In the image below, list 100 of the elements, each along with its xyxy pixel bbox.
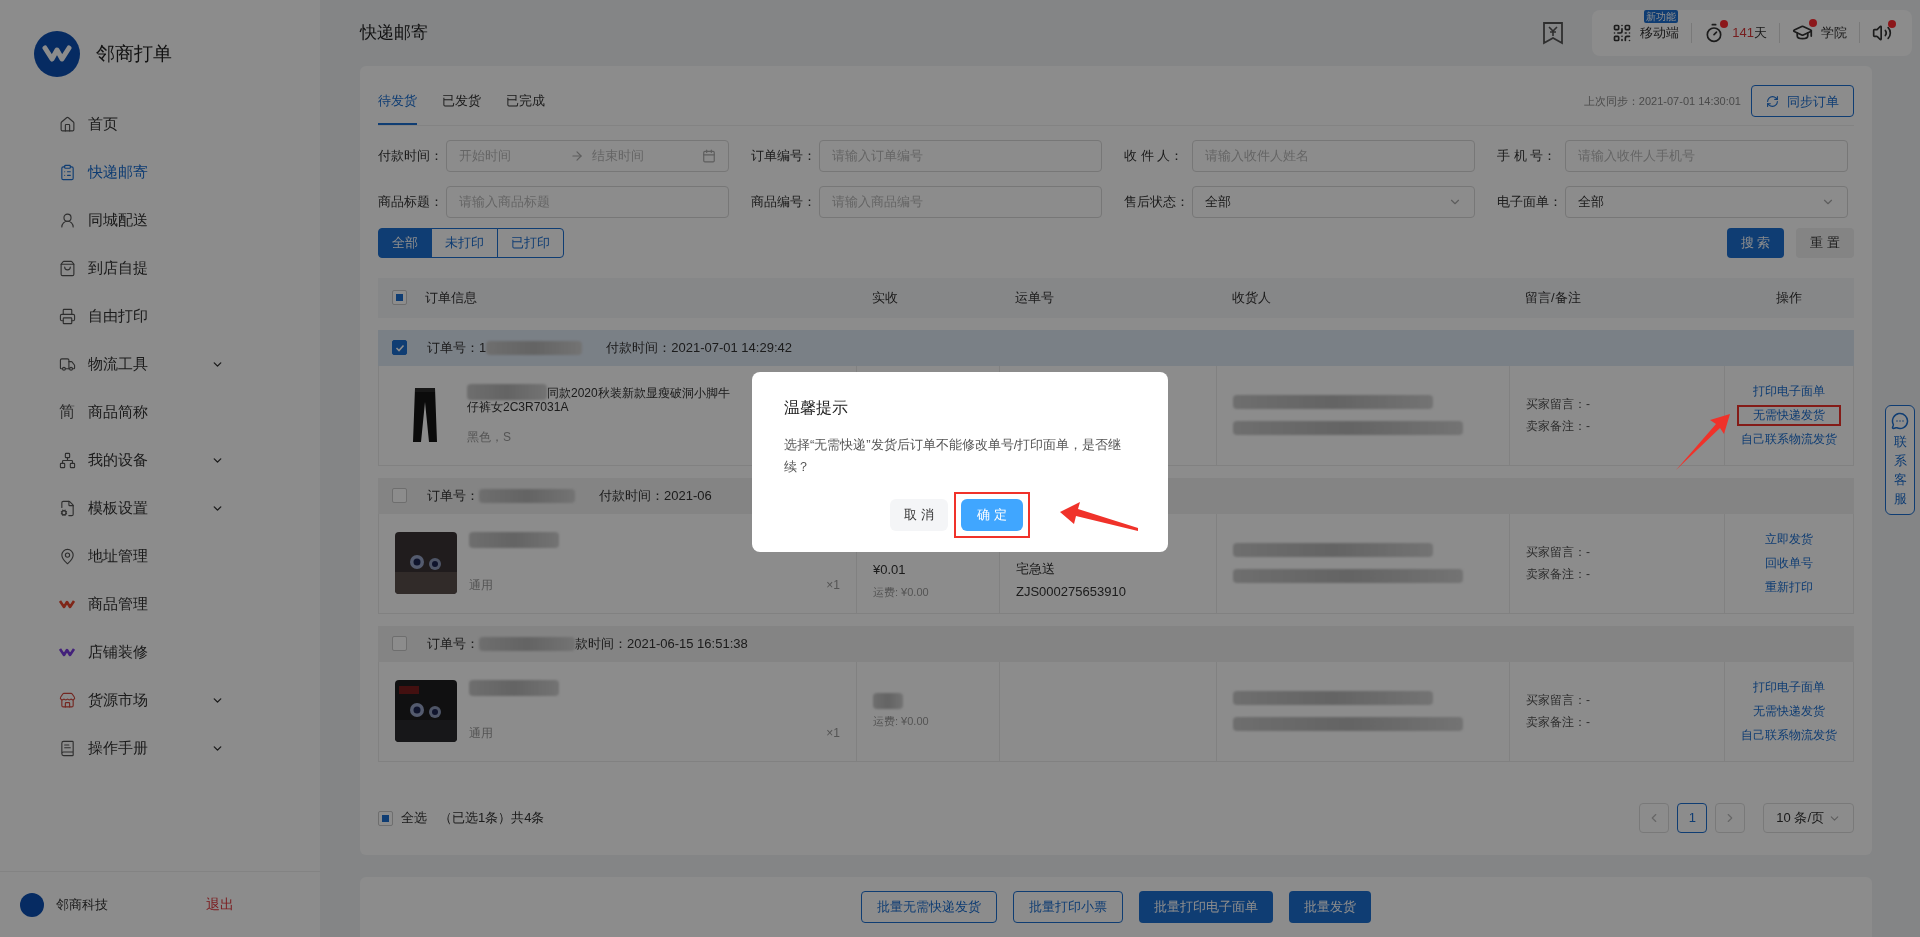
glyph-icon: 简	[59, 404, 75, 420]
print-filter-button[interactable]: 已打印	[497, 227, 564, 258]
dialog-title: 温馨提示	[784, 398, 849, 418]
cancel-button[interactable]: 取 消	[890, 499, 948, 531]
logo-icon	[34, 31, 80, 77]
field-label: 商品编号：	[751, 193, 817, 212]
column-header: 留言/备注	[1524, 289, 1582, 308]
sidebar-item[interactable]: 操作手册	[0, 724, 320, 772]
sidebar-item[interactable]: 店铺装修	[0, 628, 320, 676]
action-link[interactable]: 打印电子面单	[1737, 380, 1841, 402]
field-label: 收 件 人：	[1124, 147, 1185, 166]
contact-support-tab[interactable]: 联系客服	[1885, 405, 1915, 516]
search-button[interactable]: 搜 索	[1726, 227, 1785, 258]
quantity: ×1	[826, 577, 840, 595]
sidebar-item[interactable]: 快递邮寄	[0, 148, 320, 196]
print-filter-button[interactable]: 未打印	[431, 227, 498, 258]
action-link[interactable]: 重新打印	[1749, 576, 1829, 598]
logout-link[interactable]: 退出	[206, 894, 234, 915]
selected-count: （已选1条）	[439, 809, 512, 828]
reset-button[interactable]: 重 置	[1796, 227, 1854, 258]
page-title: 快递邮寄	[360, 22, 429, 45]
dialog-message: 选择“无需快递”发货后订单不能修改单号/打印面单，是否继续？	[784, 436, 1123, 476]
action-link[interactable]: 立即发货	[1749, 528, 1829, 550]
document-gear-icon	[58, 499, 76, 517]
action-link[interactable]: 自己联系物流发货	[1725, 724, 1853, 746]
sidebar-item[interactable]: 货源市场	[0, 676, 320, 724]
person-icon	[58, 211, 76, 229]
printer-icon	[58, 307, 76, 325]
page-button[interactable]: 1	[1677, 803, 1708, 834]
remark-text: 买家留言：-	[1526, 544, 1591, 562]
action-link[interactable]: 回收单号	[1749, 552, 1829, 574]
bulk-action-button[interactable]: 批量打印电子面单	[1139, 891, 1273, 924]
sidebar-item[interactable]: 商品管理	[0, 580, 320, 628]
payment-time: 款时间：2021-06-15 16:51:38	[575, 635, 748, 654]
select-field[interactable]: 全部	[1192, 185, 1475, 218]
tab[interactable]: 待发货	[378, 77, 417, 125]
checkbox[interactable]	[392, 636, 407, 652]
field-label: 商品标题：	[378, 193, 444, 212]
action-link[interactable]: 自己联系物流发货	[1725, 428, 1853, 450]
field-label: 电子面单：	[1497, 193, 1563, 212]
sidebar-item[interactable]: 物流工具	[0, 340, 320, 388]
qr-code-icon	[1612, 22, 1633, 43]
calendar-icon	[702, 148, 716, 163]
print-filter-button[interactable]: 全部	[378, 227, 432, 258]
action-link[interactable]: 无需快递发货	[1737, 404, 1841, 426]
speaker-icon[interactable]	[1872, 22, 1892, 43]
action-link[interactable]: 无需快递发货	[1737, 700, 1841, 722]
field-label: 售后状态：	[1124, 193, 1190, 212]
new-badge: 新功能	[1644, 9, 1679, 23]
sidebar-item[interactable]: 首页	[0, 100, 320, 148]
checkbox[interactable]	[392, 290, 407, 306]
academy-button[interactable]: 学院	[1780, 22, 1860, 44]
bulk-action-button[interactable]: 批量发货	[1289, 891, 1371, 924]
clipboard-icon	[58, 163, 76, 181]
checkbox[interactable]	[378, 810, 393, 826]
field-label: 订单编号：	[751, 147, 817, 166]
bulk-action-button[interactable]: 批量打印小票	[1013, 891, 1123, 924]
column-header: 运单号	[1014, 289, 1055, 308]
payment-time: 付款时间：2021-07-01 14:29:42	[606, 339, 792, 358]
days-remaining[interactable]: 141天	[1692, 22, 1780, 43]
user-name: 邻商科技	[56, 895, 109, 914]
column-header: 操作	[1775, 289, 1803, 308]
amount: ¥0.01	[873, 561, 907, 580]
page-size-select[interactable]: 10 条/页	[1763, 803, 1854, 834]
field-label: 付款时间：	[378, 147, 444, 166]
sidebar-item[interactable]: 到店自提	[0, 244, 320, 292]
select-field[interactable]: 全部	[1565, 185, 1848, 218]
mobile-button[interactable]: 移动端	[1612, 22, 1680, 43]
tab[interactable]: 已完成	[506, 77, 545, 125]
home-icon	[58, 115, 76, 133]
tab[interactable]: 已发货	[442, 77, 481, 125]
sidebar-item[interactable]: 地址管理	[0, 532, 320, 580]
sync-orders-button[interactable]: 同步订单	[1751, 85, 1854, 118]
column-header: 订单信息	[425, 289, 477, 308]
remark-text: 卖家备注：-	[1526, 418, 1591, 436]
yuan-bookmark-icon[interactable]	[1542, 20, 1565, 45]
days-count: 141天	[1732, 24, 1767, 43]
action-link[interactable]: 打印电子面单	[1737, 676, 1841, 698]
sidebar-item[interactable]: 自由打印	[0, 292, 320, 340]
book-icon	[58, 739, 76, 757]
confirm-button[interactable]: 确 定	[961, 499, 1023, 531]
sidebar-item[interactable]: 同城配送	[0, 196, 320, 244]
bulk-action-button[interactable]: 批量无需快递发货	[861, 891, 997, 924]
blurred-text	[873, 693, 903, 710]
pin-icon	[58, 547, 76, 565]
sidebar-item[interactable]: 我的设备	[0, 436, 320, 484]
remark-text: 卖家备注：-	[1526, 566, 1591, 584]
remark-text: 卖家备注：-	[1526, 714, 1591, 732]
network-icon	[58, 451, 76, 469]
checkbox[interactable]	[392, 488, 407, 504]
order-number: 订单号：	[427, 635, 479, 654]
sidebar-item[interactable]: 简 商品简称	[0, 388, 320, 436]
order-number: 订单号：1	[427, 339, 487, 358]
checkbox[interactable]	[392, 340, 407, 356]
truck-icon	[58, 355, 76, 373]
order-number: 订单号：	[427, 487, 479, 506]
company-avatar	[20, 892, 44, 917]
field-label: 手 机 号：	[1497, 147, 1558, 166]
select-all-label: 全选	[401, 809, 427, 828]
sidebar-item[interactable]: 模板设置	[0, 484, 320, 532]
